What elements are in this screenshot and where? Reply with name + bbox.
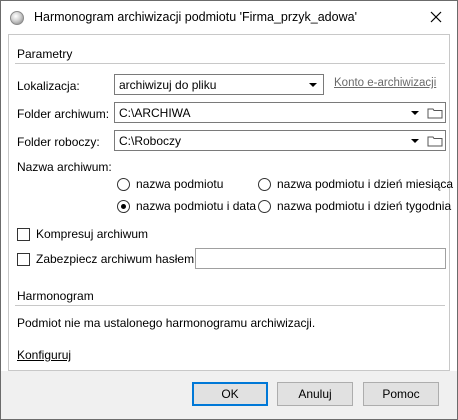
close-button[interactable] [421,5,451,29]
harmonogram-divider [15,305,445,306]
radio-label: nazwa podmiotu i dzień tygodnia [277,199,452,213]
folder-browse-button[interactable] [424,104,446,121]
zabezpiecz-checkbox[interactable]: Zabezpiecz archiwum hasłem: [17,252,197,266]
konfiguruj-link[interactable]: Konfiguruj [17,348,71,362]
harmonogram-section-title: Harmonogram [17,289,94,303]
lokalizacja-select[interactable]: archiwizuj do pliku [114,74,324,95]
radio-circle-selected[interactable] [117,199,130,213]
radio-nazwa-podmiotu[interactable]: nazwa podmiotu [117,177,223,191]
kompresuj-checkbox[interactable]: Kompresuj archiwum [17,227,148,241]
radio-label: nazwa podmiotu i dzień miesiąca [277,177,454,191]
radio-nazwa-podmiotu-data[interactable]: nazwa podmiotu i data [117,199,256,213]
folder-icon [427,136,443,146]
zabezpiecz-label: Zabezpiecz archiwum hasłem: [36,252,198,266]
radio-circle[interactable] [258,199,271,213]
lokalizacja-label: Lokalizacja: [17,79,80,93]
chevron-down-icon [411,139,419,143]
folder-roboczy-label: Folder roboczy: [17,135,100,149]
folder-archiwum-label: Folder archiwum: [17,107,110,121]
nazwa-archiwum-label: Nazwa archiwum: [17,160,112,174]
radio-label: nazwa podmiotu [136,177,224,191]
folder-archiwum-value: C:\ARCHIWA [119,106,191,120]
checkbox-box[interactable] [17,252,30,266]
radio-circle[interactable] [258,177,271,191]
ok-button[interactable]: OK [192,382,268,406]
button-bar: OK Anuluj Pomoc [1,371,457,419]
chevron-down-icon [309,83,317,87]
harmonogram-message: Podmiot nie ma ustalonego harmonogramu a… [17,316,316,330]
folder-roboczy-value: C:\Roboczy [119,134,182,148]
parametry-divider [15,63,445,64]
checkbox-box[interactable] [17,227,30,241]
folder-icon [427,108,443,118]
radio-circle[interactable] [117,177,130,191]
radio-nazwa-podmiotu-dzien-miesiaca[interactable]: nazwa podmiotu i dzień miesiąca [258,177,453,191]
radio-nazwa-podmiotu-dzien-tygodnia[interactable]: nazwa podmiotu i dzień tygodnia [258,199,451,213]
title-bar[interactable]: Harmonogram archiwizacji podmiotu 'Firma… [1,1,457,34]
folder-roboczy-select[interactable]: C:\Roboczy [114,130,446,151]
dialog-window: Harmonogram archiwizacji podmiotu 'Firma… [0,0,458,420]
chevron-down-icon [411,111,419,115]
folder-browse-button[interactable] [424,132,446,149]
folder-archiwum-select[interactable]: C:\ARCHIWA [114,102,446,123]
cancel-button[interactable]: Anuluj [277,382,353,406]
lokalizacja-value: archiwizuj do pliku [119,78,217,92]
password-input[interactable] [195,248,446,269]
radio-label: nazwa podmiotu i data [136,199,257,213]
app-globe-icon [10,11,24,25]
dialog-content: Parametry Lokalizacja: archiwizuj do pli… [8,34,453,371]
window-title: Harmonogram archiwizacji podmiotu 'Firma… [34,10,357,24]
close-icon [430,11,442,23]
help-button[interactable]: Pomoc [363,382,439,406]
kompresuj-label: Kompresuj archiwum [36,227,149,241]
konto-e-archiwizacji-link[interactable]: Konto e-archiwizacji [334,77,436,89]
parametry-section-title: Parametry [17,47,73,61]
